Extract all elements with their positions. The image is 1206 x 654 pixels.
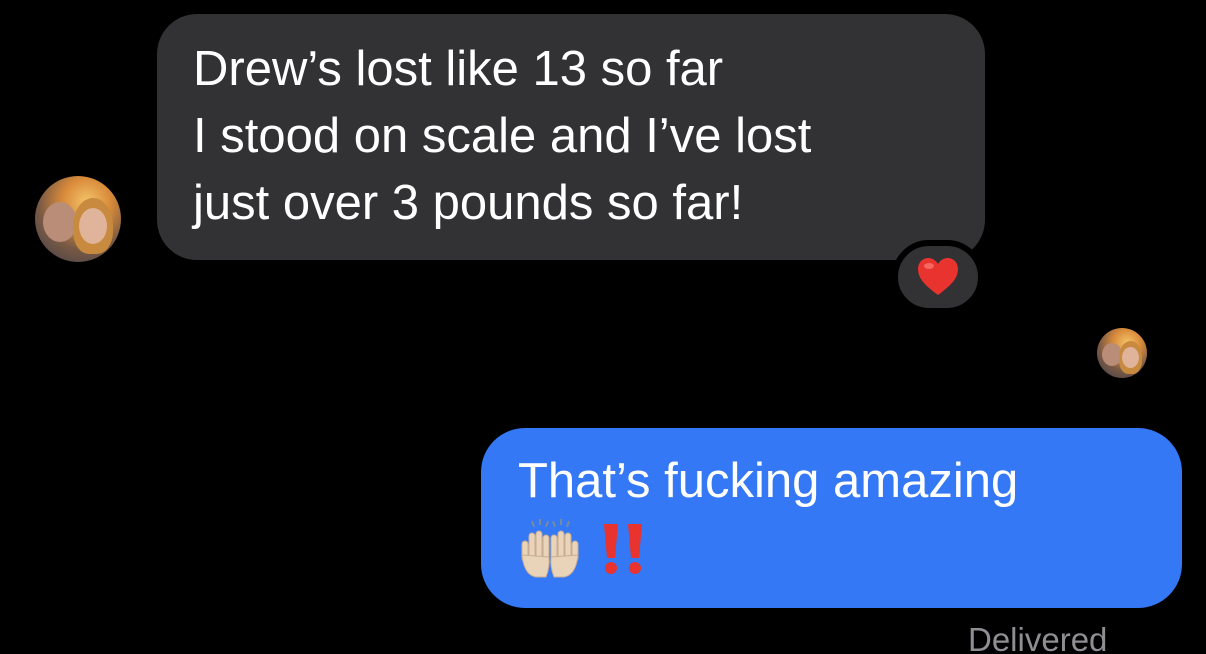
double-exclamation-emoji <box>604 523 642 574</box>
outgoing-message-bubble[interactable]: That’s fucking amazing <box>481 428 1182 608</box>
message-line: I stood on scale and I’ve lost <box>193 109 812 163</box>
message-thread: Drew’s lost like 13 so far I stood on sc… <box>0 0 1206 654</box>
raising-hands-emoji <box>521 518 579 577</box>
read-receipt-avatar <box>1097 328 1147 378</box>
emoji-row <box>518 515 1146 582</box>
incoming-message-bubble[interactable]: Drew’s lost like 13 so far I stood on sc… <box>157 14 985 260</box>
tapback-reaction[interactable] <box>892 240 984 314</box>
heart-icon <box>918 258 958 295</box>
message-text: That’s fucking amazing <box>518 454 1019 508</box>
delivery-status: Delivered <box>968 621 1108 654</box>
message-line: Drew’s lost like 13 so far <box>193 42 724 96</box>
message-line: just over 3 pounds so far! <box>193 176 744 230</box>
contact-avatar[interactable] <box>35 176 121 262</box>
